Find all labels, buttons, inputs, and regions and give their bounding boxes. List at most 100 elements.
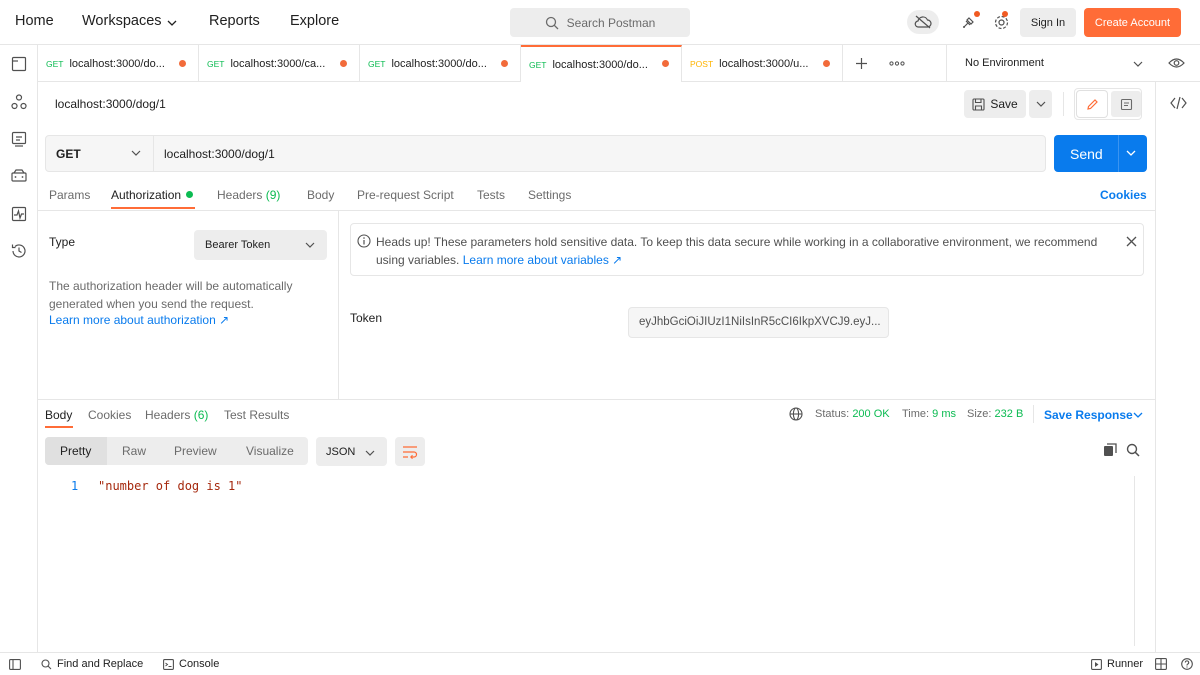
unsaved-dot xyxy=(662,60,669,67)
sidebar-toggle-icon[interactable] xyxy=(9,659,21,670)
auth-type-select[interactable]: Bearer Token xyxy=(194,230,327,260)
code-icon[interactable] xyxy=(1170,96,1187,110)
edit-mode-button[interactable] xyxy=(1077,91,1107,117)
tab-prerequest-script[interactable]: Pre-request Script xyxy=(357,188,454,202)
method-select[interactable]: GET xyxy=(46,136,154,171)
size-label: Size: xyxy=(967,408,992,420)
token-input[interactable]: eyJhbGciOiJIUzI1NiIsInR5cCI6IkpXVCJ9.eyJ… xyxy=(628,307,889,338)
tab-authorization[interactable]: Authorization xyxy=(111,188,194,202)
divider xyxy=(1063,92,1064,116)
url-input[interactable]: localhost:3000/dog/1 xyxy=(164,147,275,161)
divider xyxy=(946,45,947,82)
save-button[interactable]: Save xyxy=(964,90,1026,118)
save-label: Save xyxy=(990,97,1018,111)
nav-reports[interactable]: Reports xyxy=(209,13,260,29)
tab-body[interactable]: Body xyxy=(307,188,334,202)
response-size[interactable]: Size: 232 B xyxy=(967,408,1023,420)
view-raw[interactable]: Raw xyxy=(122,444,146,458)
learn-more-authorization-link[interactable]: Learn more about authorization ↗ xyxy=(49,313,229,327)
request-tab[interactable]: GET localhost:3000/do... xyxy=(38,45,199,82)
settings-update-dot xyxy=(1002,11,1008,17)
runner-label: Runner xyxy=(1107,658,1144,670)
offline-cloud-button[interactable] xyxy=(907,10,939,34)
request-tab-active[interactable]: GET localhost:3000/do... xyxy=(521,45,682,82)
format-select[interactable]: JSON xyxy=(316,437,387,466)
request-tab[interactable]: GET localhost:3000/ca... xyxy=(199,45,360,82)
nav-workspaces[interactable]: Workspaces xyxy=(82,13,162,29)
scrollbar[interactable] xyxy=(1134,476,1146,646)
response-tab-body[interactable]: Body xyxy=(45,408,72,422)
request-title[interactable]: localhost:3000/dog/1 xyxy=(55,97,166,111)
globe-icon[interactable] xyxy=(789,407,803,421)
sensitive-data-alert: Heads up! These parameters hold sensitiv… xyxy=(350,223,1144,276)
status-label: Status: xyxy=(815,408,850,420)
chevron-down-icon[interactable] xyxy=(1133,411,1143,419)
active-tab-underline xyxy=(111,207,195,209)
view-preview[interactable]: Preview xyxy=(174,444,217,458)
unsaved-dot xyxy=(340,60,347,67)
active-indicator-dot xyxy=(186,191,194,198)
left-sidebar xyxy=(0,45,38,652)
create-account-button[interactable]: Create Account xyxy=(1084,8,1181,37)
console-button[interactable]: Console xyxy=(163,658,219,670)
documentation-mode-button[interactable] xyxy=(1111,91,1141,117)
search-icon xyxy=(545,16,559,29)
response-tab-headers[interactable]: Headers (6) xyxy=(145,408,208,422)
response-view-mode: Pretty Raw Preview Visualize xyxy=(45,437,308,465)
tab-method: GET xyxy=(529,59,547,70)
save-options-button[interactable] xyxy=(1029,90,1052,118)
search-icon[interactable] xyxy=(1126,443,1140,457)
headers-count: (9) xyxy=(265,188,281,202)
chevron-down-icon[interactable] xyxy=(1126,149,1136,157)
wrap-icon xyxy=(403,445,418,459)
search-icon xyxy=(41,658,52,669)
view-pretty[interactable]: Pretty xyxy=(60,444,91,458)
request-tab[interactable]: GET localhost:3000/do... xyxy=(360,45,521,82)
send-button[interactable]: Send xyxy=(1054,135,1147,172)
close-icon[interactable] xyxy=(1126,236,1137,247)
response-tab-cookies[interactable]: Cookies xyxy=(88,408,131,422)
nav-home[interactable]: Home xyxy=(15,13,54,29)
response-time[interactable]: Time: 9 ms xyxy=(902,408,956,420)
environments-icon[interactable] xyxy=(10,130,28,148)
apis-icon[interactable] xyxy=(10,93,28,111)
tab-settings[interactable]: Settings xyxy=(528,188,571,202)
request-tab[interactable]: POST localhost:3000/u... xyxy=(682,45,843,82)
view-visualize[interactable]: Visualize xyxy=(246,444,294,458)
console-label: Console xyxy=(179,658,220,670)
response-headers-label: Headers xyxy=(145,408,191,422)
chevron-down-icon[interactable] xyxy=(1133,60,1143,68)
mock-servers-icon[interactable] xyxy=(10,167,28,185)
runner-button[interactable]: Runner xyxy=(1091,658,1143,670)
environment-select[interactable]: No Environment xyxy=(965,57,1044,69)
pencil-icon xyxy=(1086,98,1098,110)
response-tab-test-results[interactable]: Test Results xyxy=(224,408,289,422)
cookies-link[interactable]: Cookies xyxy=(1100,188,1147,202)
divider xyxy=(38,399,1155,400)
save-response-button[interactable]: Save Response xyxy=(1044,408,1133,422)
more-tabs-icon[interactable] xyxy=(889,61,905,66)
help-icon[interactable] xyxy=(1181,658,1193,670)
nav-explore[interactable]: Explore xyxy=(290,13,339,29)
chevron-down-icon xyxy=(365,450,375,456)
tab-method: GET xyxy=(368,58,386,69)
wrap-lines-button[interactable] xyxy=(395,437,425,466)
find-replace-button[interactable]: Find and Replace xyxy=(41,658,143,670)
history-icon[interactable] xyxy=(10,242,28,260)
tab-params[interactable]: Params xyxy=(49,188,90,202)
monitors-icon[interactable] xyxy=(10,205,28,223)
eye-icon[interactable] xyxy=(1168,56,1185,70)
search-input[interactable]: Search Postman xyxy=(510,8,690,37)
sign-in-button[interactable]: Sign In xyxy=(1020,8,1076,37)
response-status[interactable]: Status: 200 OK xyxy=(815,408,890,420)
tab-tests[interactable]: Tests xyxy=(477,188,505,202)
chevron-down-icon xyxy=(1036,101,1045,107)
gear-icon[interactable] xyxy=(993,14,1010,31)
layout-icon[interactable] xyxy=(1155,658,1167,670)
collections-icon[interactable] xyxy=(10,55,28,73)
plus-icon[interactable] xyxy=(855,57,868,70)
nav-workspaces-label: Workspaces xyxy=(82,13,162,29)
learn-more-variables-link[interactable]: Learn more about variables ↗ xyxy=(463,253,622,267)
copy-icon[interactable] xyxy=(1103,443,1117,457)
tab-headers[interactable]: Headers (9) xyxy=(217,188,280,202)
